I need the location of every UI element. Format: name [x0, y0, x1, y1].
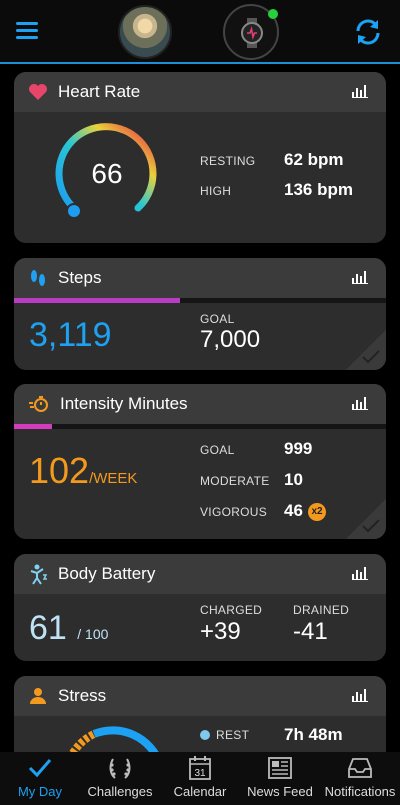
drained-value: -41 [293, 618, 328, 645]
person-icon [30, 688, 46, 704]
heart-rate-title: Heart Rate [58, 82, 141, 101]
moderate-label: MODERATE [200, 474, 270, 488]
calendar-icon: 31 [189, 756, 211, 780]
bar-chart-icon[interactable] [352, 566, 368, 580]
steps-goal-label: GOAL [200, 312, 235, 326]
heart-rate-value: 66 [91, 158, 123, 189]
stress-header: Stress [14, 676, 386, 716]
bar-chart-icon[interactable] [352, 688, 368, 702]
nav-label: Calendar [173, 784, 227, 799]
intensity-unit: /WEEK [89, 470, 138, 487]
goal-check-corner [346, 330, 386, 370]
resting-value: 62 bpm [284, 150, 344, 169]
bar-chart-icon[interactable] [352, 396, 368, 410]
gauge-marker [66, 203, 82, 219]
steps-goal-value: 7,000 [200, 326, 261, 353]
steps-progress-bar [14, 298, 386, 303]
steps-progress-fill [14, 298, 180, 303]
intensity-value: 102 [29, 450, 90, 491]
steps-header: Steps [14, 258, 386, 298]
intensity-title: Intensity Minutes [60, 394, 188, 413]
heart-icon [29, 84, 47, 100]
sync-icon[interactable] [352, 16, 384, 48]
checkmark-icon [28, 759, 52, 778]
bar-chart-icon[interactable] [352, 270, 368, 284]
goal-check-corner [346, 499, 386, 539]
nav-calendar[interactable]: 31 Calendar [160, 752, 240, 805]
body-battery-value-group: 61 / 100 [29, 609, 108, 648]
moderate-value: 10 [284, 470, 303, 489]
checkmark-icon [362, 519, 380, 533]
resting-label: RESTING [200, 154, 256, 168]
body-battery-value: 61 [29, 609, 67, 647]
intensity-progress-bar [14, 424, 386, 429]
laurel-icon [109, 758, 131, 779]
heart-rate-card[interactable]: Heart Rate 66 RESTING 62 bpm HIGH 136 bp… [14, 72, 386, 243]
bottom-navigation: My Day Challenges 31 Calendar News Feed … [0, 752, 400, 805]
heart-rate-header: Heart Rate [14, 72, 386, 112]
newspaper-icon [268, 757, 292, 779]
body-battery-icon [30, 564, 48, 585]
steps-card[interactable]: Steps 3,119 GOAL 7,000 [14, 258, 386, 370]
vigorous-value: 46 [284, 501, 303, 520]
nav-label: News Feed [247, 784, 313, 799]
body-battery-card[interactable]: Body Battery 61 / 100 CHARGED +39 DRAINE… [14, 554, 386, 661]
rest-label: REST [216, 728, 250, 742]
stopwatch-icon [29, 396, 48, 412]
nav-my-day[interactable]: My Day [0, 752, 80, 805]
avatar[interactable] [118, 5, 172, 59]
charged-value: +39 [200, 618, 241, 645]
nav-label: My Day [17, 784, 63, 799]
inbox-icon [348, 758, 372, 778]
intensity-minutes-card[interactable]: Intensity Minutes 102/WEEK GOAL 999 MODE… [14, 384, 386, 539]
rest-value: 7h 48m [284, 725, 343, 744]
charged-label: CHARGED [200, 603, 263, 617]
body-battery-max: / 100 [77, 626, 109, 642]
body-battery-title: Body Battery [58, 564, 156, 583]
hamburger-icon[interactable] [16, 22, 38, 40]
drained-label: DRAINED [293, 603, 350, 617]
high-value: 136 bpm [284, 180, 353, 199]
rest-color-dot [200, 730, 210, 740]
intensity-goal-value: 999 [284, 439, 313, 458]
nav-notifications[interactable]: Notifications [320, 752, 400, 805]
intensity-progress-fill [14, 424, 52, 429]
nav-label: Notifications [324, 784, 396, 799]
intensity-goal-label: GOAL [200, 443, 235, 457]
steps-value: 3,119 [29, 316, 112, 354]
intensity-header: Intensity Minutes [14, 384, 386, 424]
checkmark-icon [362, 350, 380, 364]
footprints-icon [31, 270, 45, 286]
device-connected-indicator [268, 9, 278, 19]
top-bar [0, 0, 400, 64]
intensity-value-group: 102/WEEK [29, 450, 137, 492]
vigorous-multiplier-badge: x2 [308, 503, 326, 521]
nav-news-feed[interactable]: News Feed [240, 752, 320, 805]
watch-icon [241, 18, 263, 48]
stress-title: Stress [58, 686, 107, 705]
vigorous-label: VIGOROUS [200, 505, 268, 519]
nav-challenges[interactable]: Challenges [80, 752, 160, 805]
calendar-date: 31 [194, 768, 206, 779]
high-label: HIGH [200, 184, 232, 198]
bar-chart-icon[interactable] [352, 84, 368, 98]
nav-label: Challenges [87, 784, 153, 799]
body-battery-header: Body Battery [14, 554, 386, 594]
steps-title: Steps [58, 268, 102, 287]
